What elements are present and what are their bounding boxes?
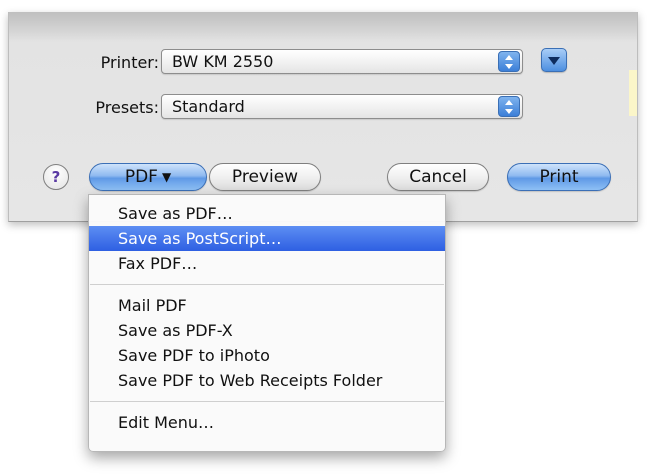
print-sheet: Printer: BW KM 2550 Presets: Standard ? … xyxy=(8,12,638,222)
presets-label: Presets: xyxy=(95,98,159,117)
pdf-button-label: PDF xyxy=(124,167,158,187)
document-edge xyxy=(629,70,637,116)
print-button[interactable]: Print xyxy=(507,163,611,191)
chevron-down-icon xyxy=(548,57,560,65)
pdf-dropdown-menu: Save as PDF… Save as PostScript… Fax PDF… xyxy=(88,194,446,452)
menu-item-fax-pdf[interactable]: Fax PDF… xyxy=(89,251,445,276)
menu-item-mail-pdf[interactable]: Mail PDF xyxy=(89,293,445,318)
menu-item-save-as-pdf[interactable]: Save as PDF… xyxy=(89,201,445,226)
disclosure-button[interactable] xyxy=(541,48,567,72)
printer-label: Printer: xyxy=(100,53,159,72)
pdf-menu-button[interactable]: PDF ▼ xyxy=(89,163,207,191)
menu-item-save-as-pdf-x[interactable]: Save as PDF-X xyxy=(89,318,445,343)
menu-item-save-pdf-to-web-receipts[interactable]: Save PDF to Web Receipts Folder xyxy=(89,368,445,393)
help-button[interactable]: ? xyxy=(43,164,69,190)
presets-value: Standard xyxy=(172,97,245,116)
presets-popup[interactable]: Standard xyxy=(161,94,523,119)
updown-arrows-icon xyxy=(498,51,520,72)
menu-separator xyxy=(90,284,444,285)
preview-button[interactable]: Preview xyxy=(209,163,321,191)
triangle-down-icon: ▼ xyxy=(161,170,172,184)
sheet-titlebar-blur xyxy=(9,12,637,42)
printer-value: BW KM 2550 xyxy=(172,52,274,71)
menu-item-save-as-postscript[interactable]: Save as PostScript… xyxy=(89,226,445,251)
menu-item-edit-menu[interactable]: Edit Menu… xyxy=(89,410,445,435)
updown-arrows-icon xyxy=(498,96,520,117)
printer-popup[interactable]: BW KM 2550 xyxy=(161,49,523,74)
menu-item-save-pdf-to-iphoto[interactable]: Save PDF to iPhoto xyxy=(89,343,445,368)
menu-separator xyxy=(90,401,444,402)
cancel-button[interactable]: Cancel xyxy=(387,163,489,191)
print-dialog-stage: Printer: BW KM 2550 Presets: Standard ? … xyxy=(0,0,649,475)
